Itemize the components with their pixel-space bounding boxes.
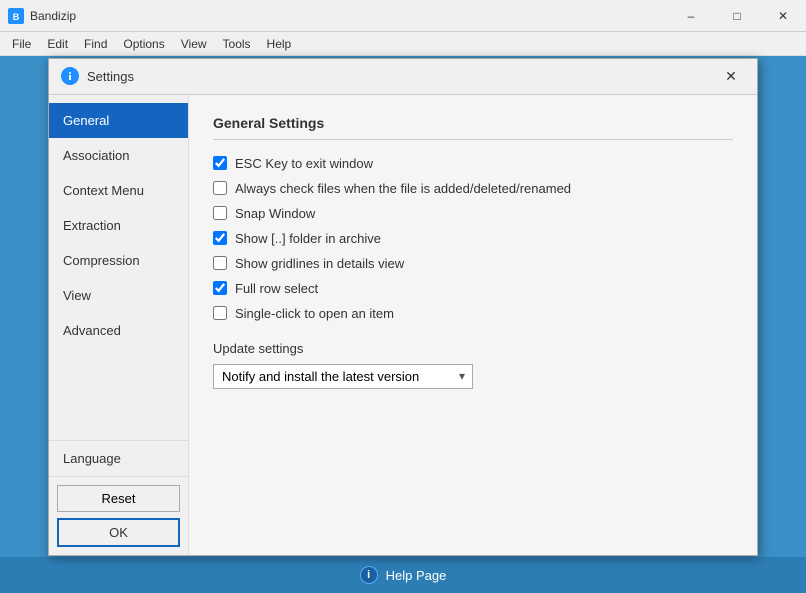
settings-dialog: Settings ✕ General Association Context M… [48,58,758,556]
sidebar-item-compression[interactable]: Compression [49,243,188,278]
main-background: Settings ✕ General Association Context M… [0,56,806,557]
sidebar-action-buttons: Reset OK [49,476,188,555]
update-settings-label: Update settings [213,341,733,356]
update-dropdown[interactable]: Notify and install the latest version No… [213,364,473,389]
menu-edit[interactable]: Edit [39,35,76,53]
checkbox-snap-window-input[interactable] [213,206,227,220]
bottom-bar: i Help Page [0,557,806,593]
dialog-title: Settings [87,69,717,84]
help-icon: i [360,566,378,584]
dialog-icon [61,67,79,85]
checkbox-snap-window: Snap Window [213,206,733,221]
section-divider [213,139,733,140]
sidebar-nav: General Association Context Menu Extract… [49,103,188,348]
checkbox-always-check-label: Always check files when the file is adde… [235,181,571,196]
section-title: General Settings [213,115,733,131]
sidebar-item-advanced[interactable]: Advanced [49,313,188,348]
checkbox-esc-exit-input[interactable] [213,156,227,170]
sidebar-item-language[interactable]: Language [49,441,188,476]
sidebar-item-general[interactable]: General [49,103,188,138]
checkbox-esc-exit: ESC Key to exit window [213,156,733,171]
checkbox-full-row-input[interactable] [213,281,227,295]
checkbox-single-click-input[interactable] [213,306,227,320]
sidebar: General Association Context Menu Extract… [49,95,189,555]
checkbox-full-row-label: Full row select [235,281,318,296]
checkbox-show-folder-input[interactable] [213,231,227,245]
window-controls: – □ ✕ [668,0,806,32]
sidebar-item-association[interactable]: Association [49,138,188,173]
dialog-body: General Association Context Menu Extract… [49,95,757,555]
checkbox-show-gridlines-label: Show gridlines in details view [235,256,404,271]
checkbox-show-gridlines-input[interactable] [213,256,227,270]
sidebar-item-context-menu[interactable]: Context Menu [49,173,188,208]
dialog-close-button[interactable]: ✕ [717,64,745,88]
checkbox-single-click-label: Single-click to open an item [235,306,394,321]
ok-button[interactable]: OK [57,518,180,547]
menu-file[interactable]: File [4,35,39,53]
checkbox-esc-exit-label: ESC Key to exit window [235,156,373,171]
help-page-label[interactable]: Help Page [386,568,447,583]
reset-button[interactable]: Reset [57,485,180,512]
window-close-button[interactable]: ✕ [760,0,806,32]
checkbox-snap-window-label: Snap Window [235,206,315,221]
checkbox-always-check: Always check files when the file is adde… [213,181,733,196]
content-area: General Settings ESC Key to exit window … [189,95,757,555]
menu-help[interactable]: Help [259,35,300,53]
update-select-wrapper: Notify and install the latest version No… [213,364,473,389]
app-title: Bandizip [30,9,76,23]
menu-view[interactable]: View [173,35,215,53]
checkbox-show-gridlines: Show gridlines in details view [213,256,733,271]
checkbox-always-check-input[interactable] [213,181,227,195]
titlebar: B Bandizip – □ ✕ [0,0,806,32]
menubar: File Edit Find Options View Tools Help [0,32,806,56]
sidebar-item-view[interactable]: View [49,278,188,313]
update-section: Update settings Notify and install the l… [213,341,733,389]
checkbox-single-click: Single-click to open an item [213,306,733,321]
minimize-button[interactable]: – [668,0,714,32]
checkbox-show-folder-label: Show [..] folder in archive [235,231,381,246]
checkbox-full-row: Full row select [213,281,733,296]
app-icon: B [8,8,24,24]
sidebar-item-extraction[interactable]: Extraction [49,208,188,243]
menu-options[interactable]: Options [115,35,172,53]
menu-find[interactable]: Find [76,35,115,53]
svg-text:B: B [13,12,20,22]
maximize-button[interactable]: □ [714,0,760,32]
checkbox-show-folder: Show [..] folder in archive [213,231,733,246]
menu-tools[interactable]: Tools [215,35,259,53]
dialog-titlebar: Settings ✕ [49,59,757,95]
